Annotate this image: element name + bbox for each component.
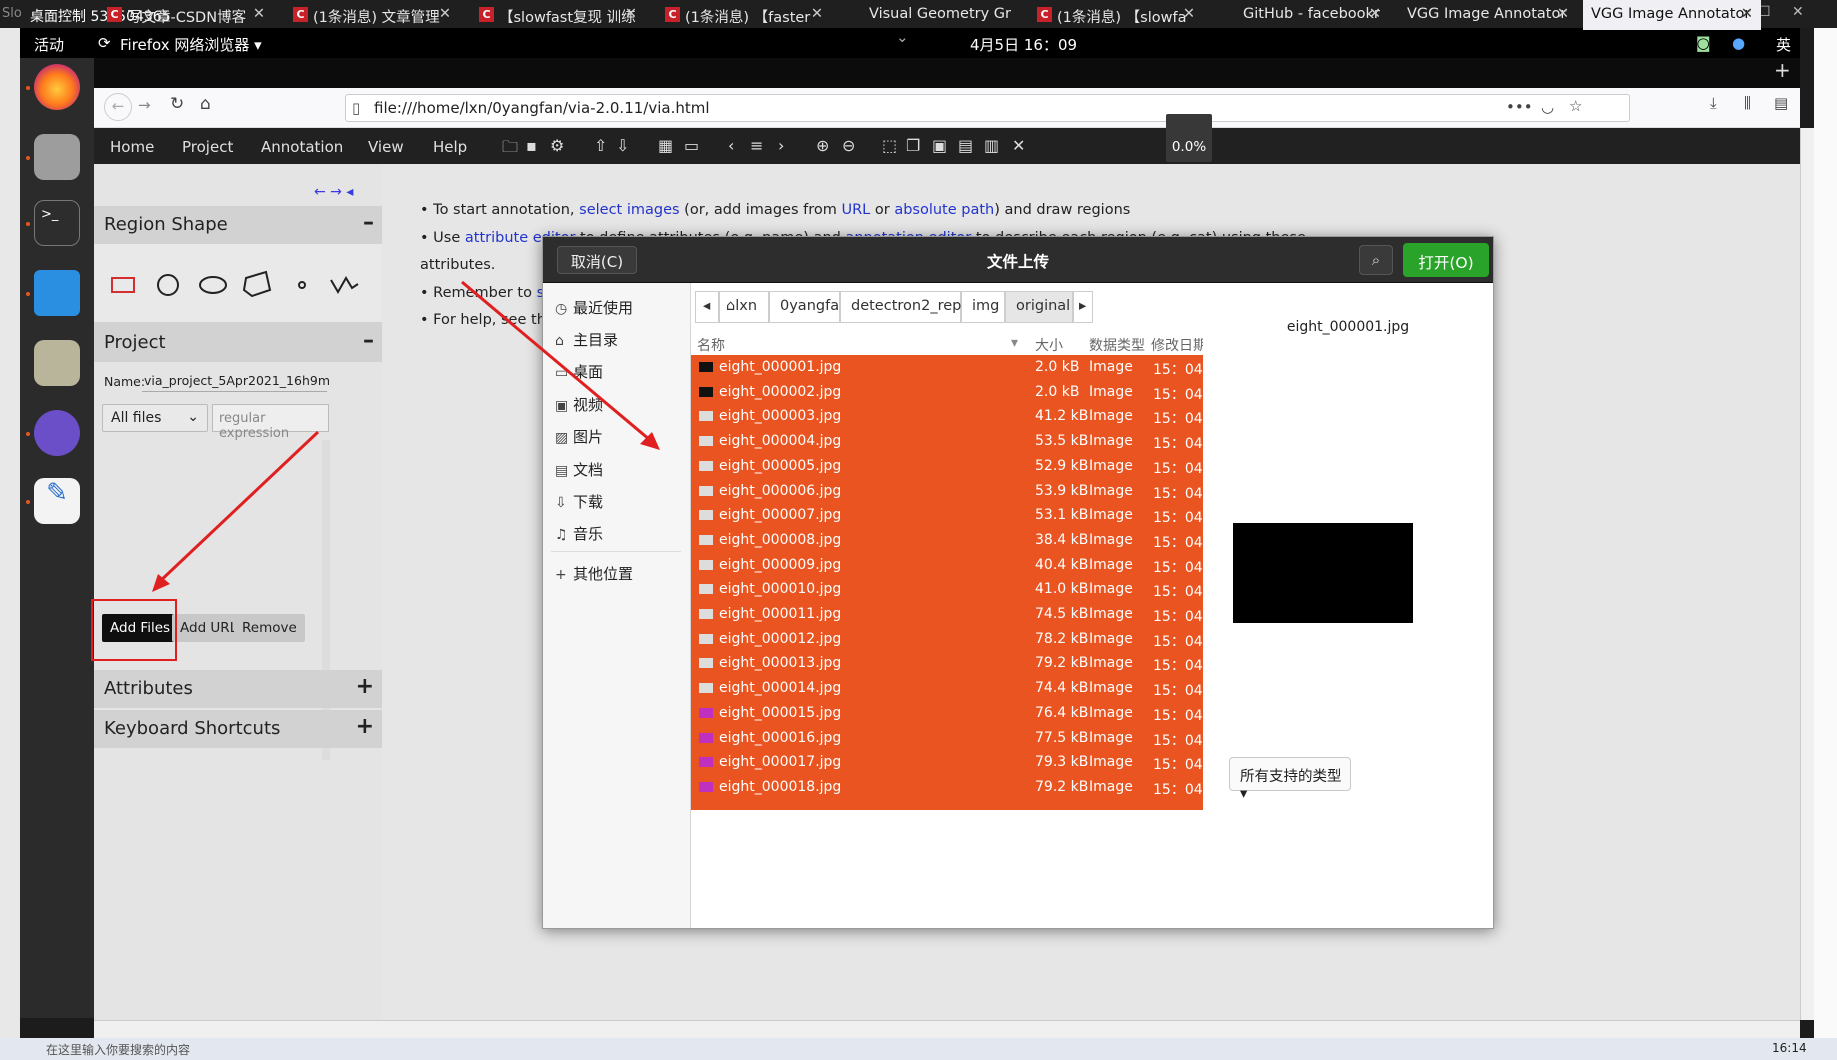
annotation-arrows-svg [152, 280, 660, 592]
annotation-arrow-2 [461, 280, 651, 442]
annotation-arrow-1 [154, 430, 320, 587]
annotation-arrowhead-1 [152, 574, 170, 592]
